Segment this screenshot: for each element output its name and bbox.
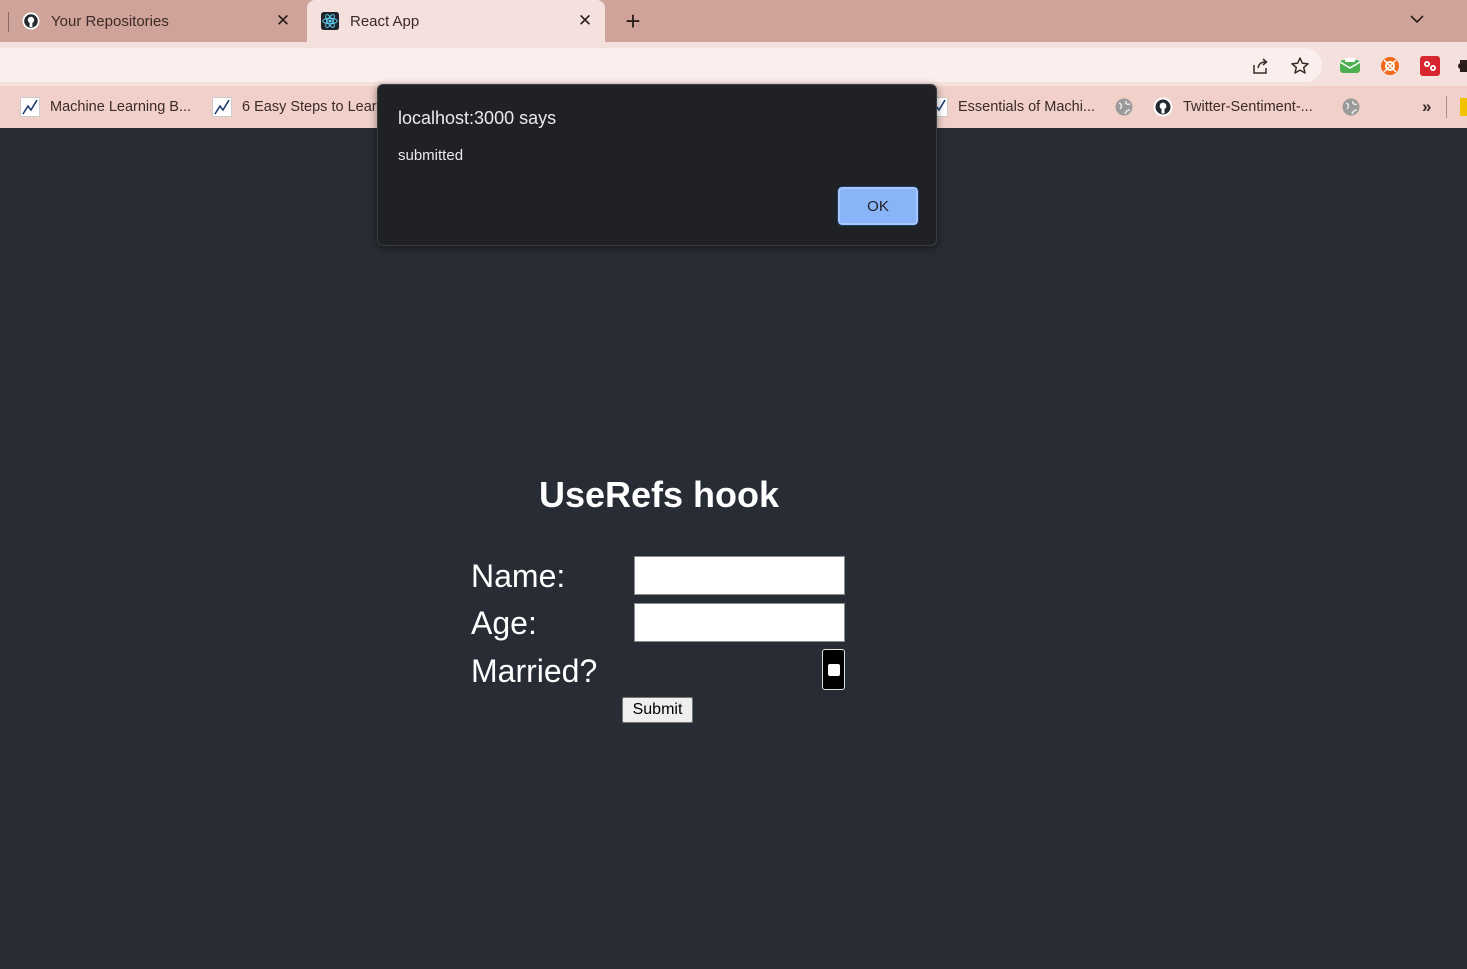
tab-your-repositories[interactable]: Your Repositories ✕ <box>0 0 303 42</box>
github-icon <box>1153 97 1173 117</box>
bookmark-item[interactable]: 6 Easy Steps to Lear... <box>212 96 388 118</box>
bookmarks-overflow-button[interactable]: » <box>1422 96 1431 118</box>
chart-trend-icon <box>20 97 40 117</box>
submit-button[interactable]: Submit <box>622 697 693 723</box>
bookmark-globe[interactable] <box>1114 96 1144 118</box>
bookmarks-divider <box>1446 96 1447 118</box>
react-app-page: UseRefs hook Name: Age: Married? Submit <box>0 128 1467 969</box>
close-tab-icon[interactable]: ✕ <box>575 11 595 31</box>
extension-red-icon[interactable] <box>1419 55 1441 77</box>
bookmark-star-icon[interactable] <box>1289 55 1311 77</box>
married-label: Married? <box>471 653 598 689</box>
age-label: Age: <box>471 605 537 641</box>
bookmark-item[interactable]: Machine Learning B... <box>20 96 191 118</box>
tab-react-app[interactable]: React App ✕ <box>307 0 605 42</box>
extensions-puzzle-icon[interactable] <box>1456 55 1467 77</box>
share-icon[interactable] <box>1249 55 1271 77</box>
tab-divider <box>8 12 9 32</box>
tab-title: Your Repositories <box>51 12 169 30</box>
react-icon <box>321 12 339 30</box>
address-bar[interactable] <box>0 48 1322 82</box>
extension-mail-icon[interactable] <box>1339 55 1361 77</box>
ok-button[interactable]: OK <box>837 186 919 226</box>
tab-title: React App <box>350 12 420 30</box>
tab-strip: Your Repositories ✕ React App ✕ + <box>0 0 1467 42</box>
bookmark-item[interactable]: Essentials of Machi... <box>928 96 1095 118</box>
github-icon <box>22 12 40 30</box>
bookmark-folder-icon[interactable] <box>1460 98 1467 116</box>
dialog-title: localhost:3000 says <box>398 108 557 128</box>
chart-trend-icon <box>212 97 232 117</box>
name-label: Name: <box>471 558 566 594</box>
married-checkbox[interactable] <box>822 649 845 690</box>
extension-orange-icon[interactable] <box>1379 55 1401 77</box>
globe-icon <box>1341 97 1361 117</box>
age-input[interactable] <box>634 603 845 642</box>
close-tab-icon[interactable]: ✕ <box>273 11 293 31</box>
tab-search-chevron-icon[interactable] <box>1406 8 1428 30</box>
dialog-message: submitted <box>398 147 464 164</box>
globe-icon <box>1114 97 1134 117</box>
bookmark-label: Twitter-Sentiment-... <box>1183 99 1313 115</box>
bookmark-item[interactable]: Twitter-Sentiment-... <box>1153 96 1313 118</box>
bookmark-globe[interactable] <box>1341 96 1371 118</box>
bookmark-label: 6 Easy Steps to Lear... <box>242 99 388 115</box>
browser-toolbar <box>0 42 1467 86</box>
page-title: UseRefs hook <box>538 474 780 515</box>
alert-dialog: localhost:3000 says submitted OK <box>377 84 937 246</box>
bookmark-label: Machine Learning B... <box>50 99 192 115</box>
bookmark-label: Essentials of Machi... <box>958 99 1095 115</box>
checkbox-box <box>827 663 840 676</box>
new-tab-button[interactable]: + <box>620 8 646 34</box>
name-input[interactable] <box>634 556 845 595</box>
